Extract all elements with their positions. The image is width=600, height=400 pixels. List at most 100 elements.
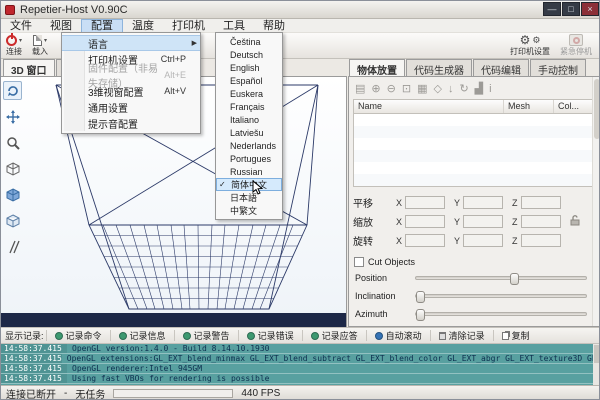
toggle-log-info[interactable]: 记录信息 [113,329,172,342]
menu-item-language[interactable]: 语言 ▶ [62,35,200,51]
log-output[interactable]: 14:58:37.415 OpenGL version:1.4.0 - Buil… [1,344,600,385]
translate-y-input[interactable] [463,196,503,209]
column-collision[interactable]: Col... [554,100,594,113]
menu-item-sound-settings[interactable]: 提示音配置 [62,115,200,131]
parallel-lines-icon [6,240,20,254]
language-simplified-chinese[interactable]: ✓ 简体中文 [216,178,282,191]
power-icon [6,35,17,46]
toggle-log-errors[interactable]: 记录错误 [241,329,300,342]
slider-thumb[interactable] [416,309,425,321]
tab-gcode-editor[interactable]: 代码编辑 [473,59,529,76]
top-view-button[interactable] [3,211,22,230]
rotate-z-input[interactable] [521,234,561,247]
move-view-button[interactable] [3,107,22,126]
cube-blue-icon [6,188,20,202]
scale-x-input[interactable] [405,215,445,228]
zoom-view-button[interactable] [3,133,22,152]
axis-z-label: Z [512,198,518,208]
cut-objects-checkbox[interactable] [354,257,364,267]
save-icon[interactable]: ▤ [355,83,365,95]
panel-scrollbar[interactable] [592,77,600,326]
menu-config[interactable]: 配置 [81,19,123,33]
menu-item-general-settings[interactable]: 通用设置 [62,99,200,115]
column-name[interactable]: Name [354,100,504,113]
chevron-down-icon[interactable]: ▾ [19,37,22,44]
slider-thumb[interactable] [510,273,519,285]
language-nederlands[interactable]: Nederlands [216,139,282,152]
language-cestina[interactable]: Čeština [216,35,282,48]
drop-object-icon[interactable]: ↓ [448,83,454,95]
copy-object-icon[interactable]: ⊡ [402,83,411,95]
toggle-log-commands[interactable]: 记录命令 [49,329,108,342]
rotate-object-icon[interactable]: ↻ [459,83,468,95]
inclination-slider[interactable] [415,294,587,298]
slider-thumb[interactable] [416,291,425,303]
language-espanol[interactable]: Español [216,74,282,87]
table-row [354,150,595,162]
menu-item-3d-view-settings[interactable]: 3维视窗配置 Alt+V [62,83,200,99]
language-traditional-chinese[interactable]: 中繁文 [216,204,282,217]
menu-printer[interactable]: 打印机 [163,19,214,33]
maximize-button[interactable]: □ [562,2,580,16]
menu-tools[interactable]: 工具 [214,19,254,33]
translate-row: 平移 X Y Z [353,193,596,212]
load-button[interactable]: ▾ 载入 [27,33,53,58]
parallel-projection-button[interactable] [3,237,22,256]
tab-object-placement[interactable]: 物体放置 [349,59,405,76]
lock-icon[interactable] [570,215,580,229]
minimize-button[interactable]: — [543,2,561,16]
language-euskera[interactable]: Euskera [216,87,282,100]
object-analysis-icon[interactable]: ▟ [475,83,483,95]
rotate-view-button[interactable] [3,81,22,100]
clear-log-button[interactable]: 清除记录 [433,329,491,342]
rotate-y-input[interactable] [463,234,503,247]
language-italiano[interactable]: Italiano [216,113,282,126]
menu-help[interactable]: 帮助 [254,19,294,33]
close-button[interactable]: × [581,2,599,16]
language-japanese[interactable]: 日本語 [216,191,282,204]
menu-temperature[interactable]: 温度 [123,19,163,33]
chevron-down-icon[interactable]: ▾ [44,37,47,44]
tab-gcode-generator[interactable]: 代码生成器 [406,59,472,76]
title-bar: Repetier-Host V0.90C — □ × [1,1,600,19]
auto-position-icon[interactable]: ▦ [417,83,427,95]
tab-manual-control[interactable]: 手动控制 [530,59,586,76]
rotate-x-input[interactable] [405,234,445,247]
language-francais[interactable]: Français [216,100,282,113]
fps-counter: 440 FPS [241,388,280,399]
connect-button[interactable]: ▾ 连接 [1,33,27,58]
language-russian[interactable]: Russian [216,165,282,178]
toggle-log-warnings[interactable]: 记录警告 [177,329,236,342]
isometric-view-button[interactable] [3,159,22,178]
toggle-log-ack[interactable]: 记录应答 [305,329,364,342]
language-portugues[interactable]: Portugues [216,152,282,165]
table-row [354,138,595,150]
log-message: Using fast VBOs for rendering is possibl… [67,374,269,383]
remove-object-icon[interactable]: ⊖ [387,83,396,95]
menu-file[interactable]: 文件 [1,19,41,33]
copy-log-button[interactable]: 复制 [496,329,536,342]
gear-icon: ⚙ [532,34,540,46]
azimuth-slider[interactable] [415,312,587,316]
translate-z-input[interactable] [521,196,561,209]
scale-y-input[interactable] [463,215,503,228]
menu-view[interactable]: 视图 [41,19,81,33]
front-view-button[interactable] [3,185,22,204]
check-icon: ✓ [219,180,226,189]
position-slider[interactable] [415,276,587,280]
center-object-icon[interactable]: ◇ [433,83,441,95]
object-info-icon[interactable]: i [489,83,491,95]
emergency-stop-button[interactable]: 紧急停机 [555,33,597,58]
add-object-icon[interactable]: ⊕ [371,83,380,95]
language-latviesu[interactable]: Latviešu [216,126,282,139]
object-list-table[interactable]: Name Mesh Col... [353,99,596,187]
printer-settings-button[interactable]: ⚙⚙ 打印机设置 [505,33,555,58]
translate-x-input[interactable] [405,196,445,209]
scale-z-input[interactable] [521,215,561,228]
tab-3d-view[interactable]: 3D 窗口 [3,59,55,76]
column-mesh[interactable]: Mesh [504,100,554,113]
language-english[interactable]: English [216,61,282,74]
language-deutsch[interactable]: Deutsch [216,48,282,61]
log-scrollbar[interactable] [593,344,600,385]
toggle-autoscroll[interactable]: 自动滚动 [369,329,428,342]
